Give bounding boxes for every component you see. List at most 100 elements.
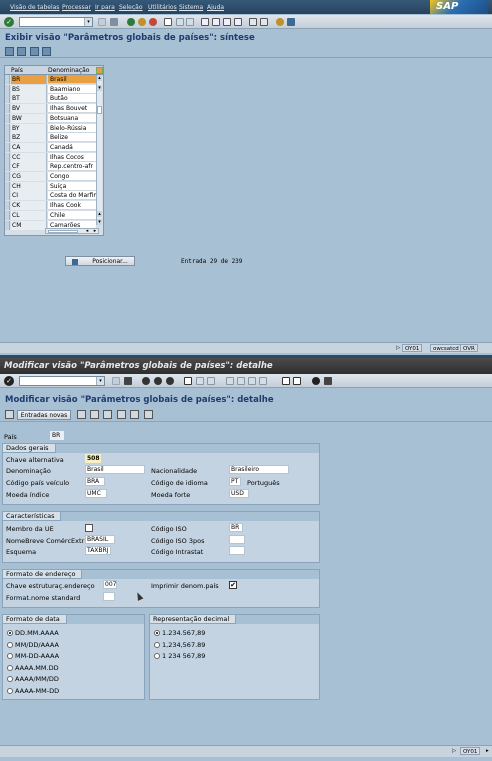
vertical-scrollbar[interactable]: ▴ ▾ ▴ ▾	[96, 75, 102, 225]
horizontal-scrollbar[interactable]: ◂ ▸	[45, 228, 99, 234]
radio-label[interactable]: MM-DD-AAAA	[15, 652, 59, 660]
radio-button[interactable]	[7, 653, 13, 659]
radio-button[interactable]	[7, 630, 13, 636]
row-selector[interactable]	[5, 201, 10, 211]
status-mode[interactable]: OVR	[460, 344, 478, 352]
cell-denominacao[interactable]: Canadá	[48, 142, 96, 152]
imprimir-denom-checkbox[interactable]: ✔	[229, 581, 237, 589]
table-row[interactable]: CK Ilhas Cook	[5, 201, 97, 211]
menu-ir-para[interactable]: Ir para	[95, 4, 115, 11]
moeda-indice-field[interactable]: UMC	[85, 489, 107, 498]
table-row[interactable]: CA Canadá	[5, 142, 97, 153]
row-selector[interactable]	[5, 142, 10, 152]
scroll-thumb[interactable]	[97, 106, 102, 114]
new-session-icon-2[interactable]	[282, 377, 290, 385]
find-icon-2[interactable]	[196, 377, 204, 385]
menu-utilitarios[interactable]: Utilitários	[148, 4, 177, 11]
radio-button[interactable]	[154, 653, 160, 659]
row-selector[interactable]	[5, 172, 10, 181]
codigo-iso3-field[interactable]	[229, 535, 245, 544]
cell-pais[interactable]: CK	[11, 201, 47, 211]
row-selector[interactable]	[5, 113, 10, 123]
table-row[interactable]: CL Chile	[5, 210, 97, 221]
codigo-intrastat-field[interactable]	[229, 546, 245, 555]
row-selector[interactable]	[5, 210, 10, 220]
next-entry-icon[interactable]	[130, 410, 139, 419]
scroll-left-icon[interactable]: ◂	[84, 228, 90, 234]
cell-denominacao[interactable]: Rep.centro-afr	[48, 162, 96, 172]
cell-denominacao[interactable]: Suíça	[48, 181, 96, 191]
cancel-icon[interactable]	[149, 18, 157, 26]
cell-denominacao[interactable]: Congo	[48, 172, 96, 181]
radio-label[interactable]: AAAA/MM/DD	[15, 675, 59, 683]
table-row[interactable]: CG Congo	[5, 172, 97, 182]
radio-button[interactable]	[7, 641, 13, 648]
menu-ajuda[interactable]: Ajuda	[207, 4, 224, 11]
enter-icon-2[interactable]: ✓	[4, 376, 14, 386]
cell-pais[interactable]: CF	[11, 162, 47, 172]
chave-alternativa-field[interactable]: 508	[85, 454, 101, 463]
print-icon-2[interactable]	[184, 377, 192, 385]
display-change-icon[interactable]	[5, 47, 14, 56]
scroll-up-bottom-icon[interactable]: ▴	[97, 211, 102, 217]
save-icon-2[interactable]	[124, 377, 132, 385]
print-icon[interactable]	[164, 18, 172, 26]
undo-icon[interactable]	[103, 410, 112, 419]
table-row[interactable]: BT Butão	[5, 94, 97, 104]
cell-pais[interactable]: BW	[11, 113, 47, 123]
radio-label[interactable]: 1,234,567.89	[162, 641, 205, 649]
nacionalidade-field[interactable]: Brasileiro	[229, 465, 289, 474]
nomebreve-field[interactable]: BRASIL	[85, 535, 115, 544]
new-entries-button[interactable]: Entradas novas	[17, 410, 71, 420]
codigo-idioma-field[interactable]: PT	[229, 477, 241, 486]
radio-label[interactable]: DD.MM.AAAA	[15, 629, 59, 637]
denominacao-field[interactable]: Brasil	[85, 465, 145, 474]
chave-endereco-field[interactable]: 007	[103, 580, 117, 589]
table-row[interactable]: BW Botsuana	[5, 113, 97, 124]
prev-page-icon[interactable]	[212, 18, 220, 26]
cell-denominacao[interactable]: Brasil	[48, 75, 96, 84]
next-page-icon[interactable]	[223, 18, 231, 26]
table-row[interactable]: CI Costa do Marfim	[5, 191, 97, 201]
row-selector[interactable]	[5, 75, 10, 84]
new-session-icon[interactable]	[249, 18, 257, 26]
back-nav-icon-2[interactable]	[142, 377, 150, 385]
prev-entry-icon[interactable]	[117, 410, 126, 419]
details-icon[interactable]	[17, 47, 26, 56]
last-page-icon-2[interactable]	[259, 377, 267, 385]
radio-button[interactable]	[7, 664, 13, 671]
row-selector[interactable]	[5, 152, 10, 162]
moeda-forte-field[interactable]: USD	[229, 489, 249, 498]
delete-icon[interactable]	[90, 410, 99, 419]
layout-icon-2[interactable]	[324, 377, 332, 385]
table-row[interactable]: BY Bielo-Rússia	[5, 123, 97, 134]
cell-denominacao[interactable]: Ilhas Cook	[48, 201, 96, 211]
row-selector[interactable]	[5, 123, 10, 133]
command-field-2[interactable]: ▾	[19, 376, 105, 386]
status-arrow-icon[interactable]: ▸	[484, 747, 490, 755]
cell-pais[interactable]: BZ	[11, 133, 47, 143]
cell-pais[interactable]: CL	[11, 210, 47, 220]
cell-pais[interactable]: CA	[11, 142, 47, 152]
codigo-iso-field[interactable]: BR	[229, 523, 243, 532]
cell-pais[interactable]: BS	[11, 84, 47, 94]
menu-visao-tabelas[interactable]: Visão de tabelas	[10, 4, 59, 11]
menu-processar[interactable]: Processar	[62, 4, 91, 11]
membro-ue-checkbox[interactable]	[85, 524, 93, 532]
dropdown-icon-2[interactable]: ▾	[96, 377, 104, 385]
enter-icon[interactable]: ✓	[4, 17, 14, 27]
copy-icon[interactable]	[77, 410, 86, 419]
cancel-icon-2[interactable]	[166, 377, 174, 385]
scroll-up-icon[interactable]: ▴	[97, 75, 102, 81]
row-selector[interactable]	[5, 133, 10, 143]
radio-label[interactable]: 1.234.567,89	[162, 629, 205, 637]
hscroll-thumb[interactable]	[48, 230, 78, 233]
cell-denominacao[interactable]: Chile	[48, 210, 96, 220]
select-all-icon[interactable]	[30, 47, 39, 56]
radio-button[interactable]	[154, 641, 160, 648]
cell-denominacao[interactable]: Costa do Marfim	[48, 191, 96, 201]
cell-pais[interactable]: CH	[11, 181, 47, 191]
row-selector[interactable]	[5, 94, 10, 104]
find-icon[interactable]	[176, 18, 184, 26]
codigo-veiculo-field[interactable]: BRA	[85, 477, 105, 486]
